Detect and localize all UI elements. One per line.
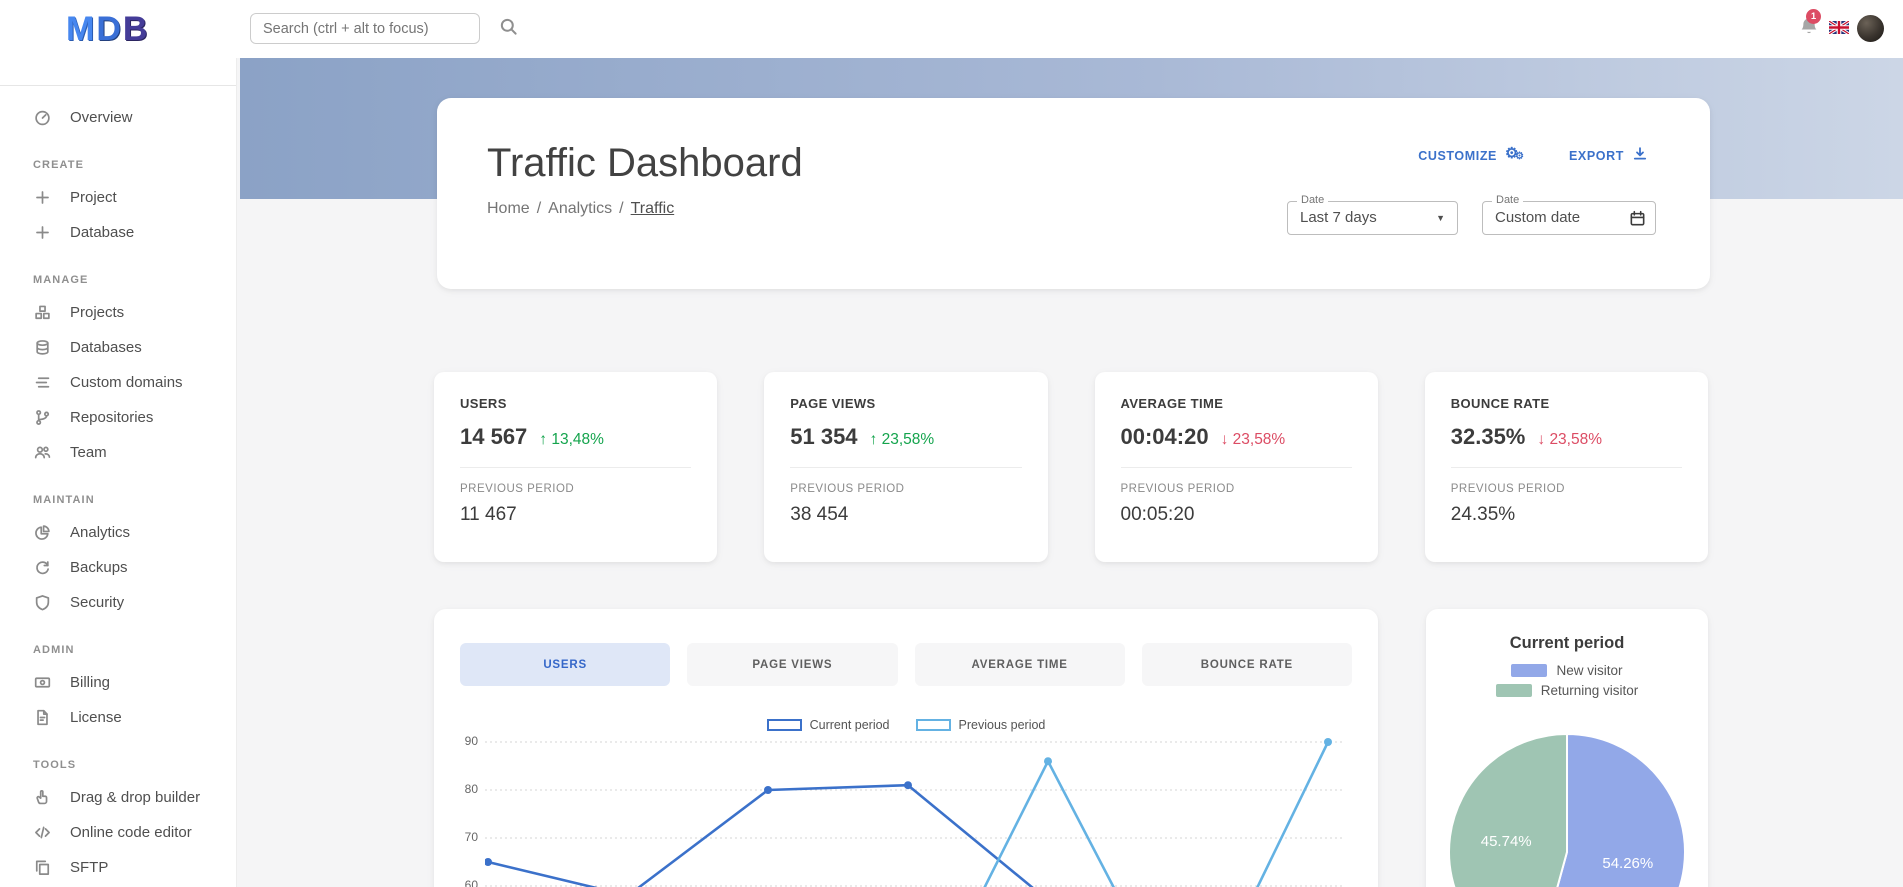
gauge-icon: [33, 109, 51, 127]
stat-change: ↓ 23,58%: [1537, 431, 1603, 448]
sidebar-item-repositories[interactable]: Repositories: [0, 400, 236, 435]
custom-date-input[interactable]: Date Custom date: [1482, 194, 1656, 235]
customize-button[interactable]: CUSTOMIZE ⚙ ⚙: [1418, 144, 1525, 165]
stream-icon: [33, 374, 51, 392]
sidebar-item-project[interactable]: Project: [0, 180, 236, 215]
stat-change: ↓ 23,58%: [1220, 431, 1286, 448]
sidebar-item-team[interactable]: Team: [0, 435, 236, 470]
sidebar-item-overview[interactable]: Overview: [0, 100, 236, 135]
sidebar-section-maintain: MAINTAIN: [33, 494, 95, 506]
chart-tabs: USERS PAGE VIEWS AVERAGE TIME BOUNCE RAT…: [434, 609, 1378, 686]
arrow-down-icon: ↓: [1220, 431, 1229, 448]
legend-returning-visitor[interactable]: Returning visitor: [1495, 683, 1638, 698]
chart-pie-icon: [33, 524, 51, 542]
legend-swatch: [1495, 684, 1532, 697]
uk-flag-icon[interactable]: [1828, 19, 1850, 36]
code-icon: [33, 824, 51, 842]
sidebar-item-database[interactable]: Database: [0, 215, 236, 250]
sidebar-section-tools: TOOLS: [33, 759, 77, 771]
sidebar-item-license[interactable]: License: [0, 700, 236, 735]
sidebar-item-security[interactable]: Security: [0, 585, 236, 620]
topbar: MDB 1: [0, 0, 1903, 58]
breadcrumb-analytics[interactable]: Analytics: [548, 200, 612, 217]
gears-icon: ⚙ ⚙: [1505, 144, 1525, 162]
hand-pointer-icon: [33, 789, 51, 807]
mdb-logo[interactable]: MDB: [66, 8, 149, 50]
user-avatar[interactable]: [1857, 15, 1884, 42]
header-card: Traffic Dashboard Home / Analytics / Traffic…: [437, 98, 1710, 289]
stat-value: 51 354: [790, 424, 858, 449]
sidebar: Overview CREATE Project Database MANAGE …: [0, 58, 237, 887]
stat-value: 00:04:20: [1120, 424, 1209, 449]
sidebar-item-databases[interactable]: Databases: [0, 330, 236, 365]
stat-change: ↑ 13,48%: [539, 431, 604, 448]
stat-card-page-views: PAGE VIEWS 51 354 ↑ 23,58% PREVIOUS PERIO…: [764, 372, 1048, 562]
legend-new-visitor[interactable]: New visitor: [1511, 663, 1623, 678]
svg-text:54.26%: 54.26%: [1602, 855, 1653, 872]
sidebar-section-admin: ADMIN: [33, 644, 75, 656]
search-input[interactable]: [250, 13, 480, 44]
sidebar-item-sftp[interactable]: SFTP: [0, 850, 236, 885]
tab-page-views[interactable]: PAGE VIEWS: [687, 643, 898, 686]
pie-chart-card: Current period New visitor Returning vis…: [1426, 609, 1708, 887]
sidebar-item-backups[interactable]: Backups: [0, 550, 236, 585]
money-bill-icon: [33, 674, 51, 692]
pie-chart-legend: New visitor Returning visitor: [1426, 663, 1708, 698]
arrow-down-icon: ↓: [1537, 431, 1546, 448]
stat-card-users: USERS 14 567 ↑ 13,48% PREVIOUS PERIOD 11 …: [434, 372, 718, 562]
sidebar-section-create: CREATE: [33, 159, 85, 171]
shield-icon: [33, 594, 51, 612]
stat-card-average-time: AVERAGE TIME 00:04:20 ↓ 23,58% PREVIOUS P…: [1094, 372, 1378, 562]
sync-icon: [33, 559, 51, 577]
calendar-icon[interactable]: [1629, 210, 1646, 227]
sidebar-section-manage: MANAGE: [33, 274, 89, 286]
file-contract-icon: [33, 709, 51, 727]
stat-value: 32.35%: [1450, 424, 1526, 449]
stat-value: 14 567: [460, 424, 528, 449]
breadcrumb-home[interactable]: Home: [487, 200, 530, 217]
tab-users[interactable]: USERS: [460, 643, 671, 686]
sidebar-item-projects[interactable]: Projects: [0, 295, 236, 330]
notification-badge: 1: [1806, 9, 1821, 24]
breadcrumb-traffic[interactable]: Traffic: [631, 200, 675, 217]
date-range-select[interactable]: Date Last 7 days ▼: [1287, 194, 1458, 235]
sidebar-item-custom-domains[interactable]: Custom domains: [0, 365, 236, 400]
page-title: Traffic Dashboard: [487, 141, 803, 185]
svg-text:45.74%: 45.74%: [1481, 833, 1532, 850]
line-chart: 90 80 70 60: [434, 726, 1378, 887]
tab-bounce-rate[interactable]: BOUNCE RATE: [1141, 643, 1352, 686]
search-icon[interactable]: [494, 14, 522, 42]
sidebar-item-online-code-editor[interactable]: Online code editor: [0, 815, 236, 850]
code-branch-icon: [33, 409, 51, 427]
tab-average-time[interactable]: AVERAGE TIME: [914, 643, 1125, 686]
sidebar-item-analytics[interactable]: Analytics: [0, 515, 236, 550]
sidebar-nav: Overview CREATE Project Database MANAGE …: [0, 86, 236, 885]
stat-card-bounce-rate: BOUNCE RATE 32.35% ↓ 23,58% PREVIOUS PERI…: [1424, 372, 1708, 562]
date-filters: Date Last 7 days ▼ Date Custom date: [1287, 194, 1656, 235]
plus-icon: [33, 224, 51, 242]
database-icon: [33, 339, 51, 357]
stats-row: USERS 14 567 ↑ 13,48% PREVIOUS PERIOD 11 …: [434, 372, 1708, 562]
breadcrumb: Home / Analytics / Traffic: [487, 200, 675, 217]
cubes-icon: [33, 304, 51, 322]
sidebar-item-billing[interactable]: Billing: [0, 665, 236, 700]
traffic-chart-card: USERS PAGE VIEWS AVERAGE TIME BOUNCE RAT…: [434, 609, 1378, 887]
download-icon: [1632, 146, 1648, 165]
export-button[interactable]: EXPORT: [1569, 146, 1648, 165]
arrow-up-icon: ↑: [869, 431, 878, 448]
sidebar-item-drag-drop-builder[interactable]: Drag & drop builder: [0, 780, 236, 815]
pie-chart-title: Current period: [1509, 634, 1625, 652]
plus-icon: [33, 189, 51, 207]
copy-icon: [33, 859, 51, 877]
caret-down-icon: ▼: [1436, 213, 1445, 223]
header-actions: CUSTOMIZE ⚙ ⚙ EXPORT: [1418, 144, 1648, 165]
users-icon: [33, 444, 51, 462]
legend-swatch: [1511, 664, 1548, 677]
stat-change: ↑ 23,58%: [869, 431, 935, 448]
pie-chart: 54.26% 45.74%: [1445, 730, 1689, 887]
arrow-up-icon: ↑: [539, 431, 548, 448]
